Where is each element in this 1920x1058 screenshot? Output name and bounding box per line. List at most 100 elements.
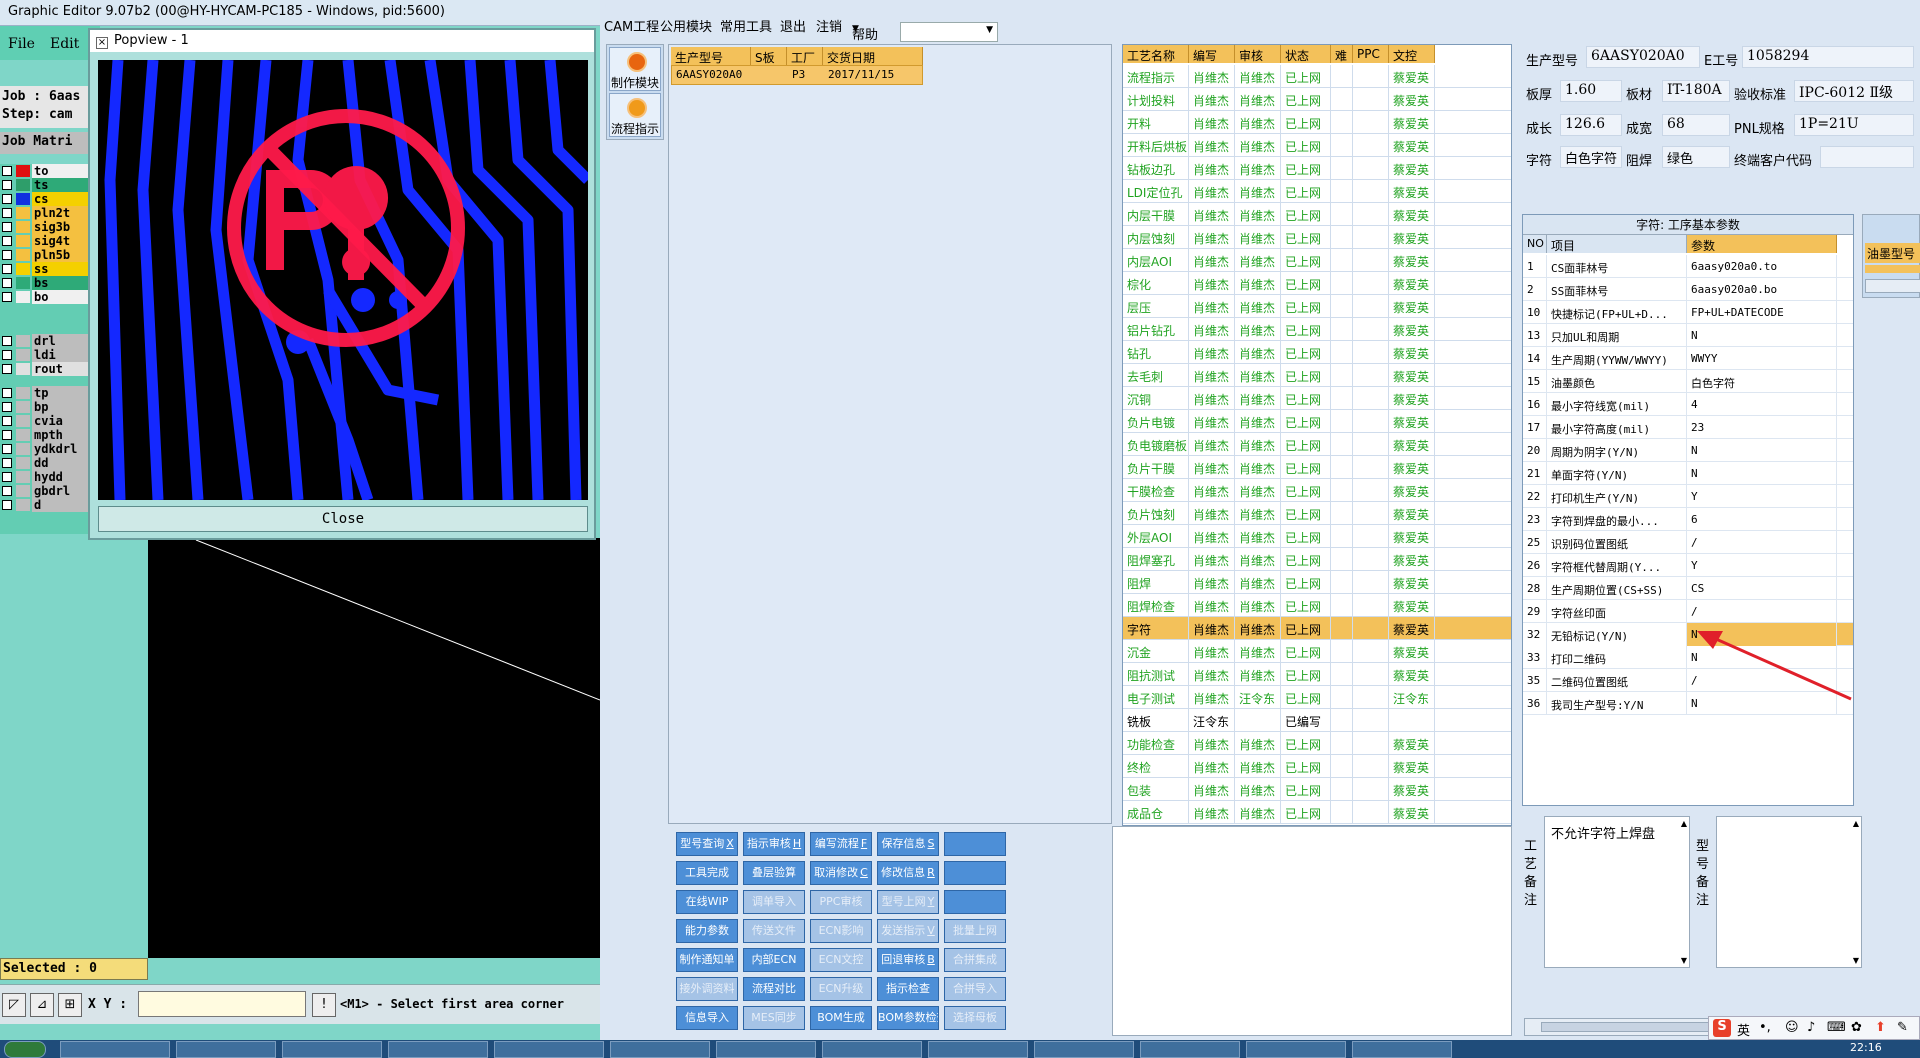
params-header-no[interactable]: NO	[1523, 235, 1547, 253]
process-row[interactable]: 阻焊 肖维杰 肖维杰 已上网 蔡爱英	[1123, 571, 1511, 594]
chevron-up-icon[interactable]: ▲	[1853, 819, 1859, 828]
layer-row[interactable]: ss	[0, 262, 92, 276]
action-button[interactable]: 编写流程 F	[810, 832, 872, 856]
process-row[interactable]: 终检 肖维杰 肖维杰 已上网 蔡爱英	[1123, 755, 1511, 778]
layer-row[interactable]: bp	[0, 400, 92, 414]
process-row[interactable]: 包装 肖维杰 肖维杰 已上网 蔡爱英	[1123, 778, 1511, 801]
menu-common-tools[interactable]: 常用工具	[720, 16, 772, 35]
process-note-textarea[interactable]: 不允许字符上焊盘 ▲ ▼	[1544, 816, 1690, 968]
width-value[interactable]: 68	[1662, 114, 1730, 136]
xy-input[interactable]	[138, 991, 306, 1017]
ime-tools-icon[interactable]: ✎	[1897, 1020, 1908, 1035]
params-header-value[interactable]: 参数	[1687, 235, 1837, 253]
process-row[interactable]: 开料 肖维杰 肖维杰 已上网 蔡爱英	[1123, 111, 1511, 134]
layer-checkbox[interactable]	[2, 264, 12, 274]
select-tool-icon[interactable]: ◸	[2, 993, 26, 1017]
process-header-cell[interactable]: PPC	[1353, 45, 1389, 63]
order-row[interactable]: 6AASY020A0 P3 2017/11/15	[671, 65, 923, 85]
layer-checkbox[interactable]	[2, 278, 12, 288]
params-header-item[interactable]: 项目	[1547, 235, 1687, 253]
action-button[interactable]: 修改信息 R	[877, 861, 939, 885]
layer-checkbox[interactable]	[2, 194, 12, 204]
layer-row[interactable]: cs	[0, 192, 92, 206]
param-row[interactable]: 16 最小字符线宽(mil) 4	[1523, 393, 1853, 416]
make-module-button[interactable]: 制作模块	[609, 47, 661, 91]
taskbar-item[interactable]	[60, 1041, 170, 1058]
process-row[interactable]: 负片干膜 肖维杰 肖维杰 已上网 蔡爱英	[1123, 456, 1511, 479]
layer-row[interactable]: tp	[0, 386, 92, 400]
layer-checkbox[interactable]	[2, 250, 12, 260]
taskbar-item[interactable]	[282, 1041, 382, 1058]
action-button[interactable]: 能力参数	[676, 919, 738, 943]
layer-color-swatch[interactable]	[16, 471, 30, 483]
param-row[interactable]: 21 单面字符(Y/N) N	[1523, 462, 1853, 485]
process-row[interactable]: 铣板 汪令东 已编写	[1123, 709, 1511, 732]
layer-color-swatch[interactable]	[16, 249, 30, 261]
oil-selected-row[interactable]	[1865, 265, 1920, 273]
ime-upload-icon[interactable]: ⬆	[1875, 1020, 1886, 1035]
menu-logout[interactable]: 注销	[816, 16, 842, 35]
param-row[interactable]: 26 字符框代替周期(Y... Y	[1523, 554, 1853, 577]
chevron-down-icon[interactable]: ▼	[1681, 956, 1687, 965]
action-button[interactable]: 流程对比	[743, 977, 805, 1001]
param-row[interactable]: 13 只加UL和周期 N	[1523, 324, 1853, 347]
order-header-factory[interactable]: 工厂	[787, 47, 823, 65]
process-row[interactable]: 功能检查 肖维杰 肖维杰 已上网 蔡爱英	[1123, 732, 1511, 755]
menu-file[interactable]: File	[8, 36, 35, 52]
process-row[interactable]: 负片电镀 肖维杰 肖维杰 已上网 蔡爱英	[1123, 410, 1511, 433]
layer-row[interactable]: bs	[0, 276, 92, 290]
order-header-delivery[interactable]: 交货日期	[823, 47, 923, 65]
model-value[interactable]: 6AASY020A0	[1586, 46, 1700, 68]
process-row[interactable]: 阻抗测试 肖维杰 肖维杰 已上网 蔡爱英	[1123, 663, 1511, 686]
param-row[interactable]: 20 周期为阴字(Y/N) N	[1523, 439, 1853, 462]
layer-checkbox[interactable]	[2, 336, 12, 346]
taskbar-item[interactable]	[822, 1041, 922, 1058]
thickness-value[interactable]: 1.60	[1560, 80, 1622, 102]
param-row[interactable]: 1 CS面菲林号 6aasy020a0.to	[1523, 255, 1853, 278]
ime-skin-icon[interactable]: ✿	[1851, 1020, 1862, 1035]
process-row[interactable]: 铝片钻孔 肖维杰 肖维杰 已上网 蔡爱英	[1123, 318, 1511, 341]
process-header-cell[interactable]: 审核	[1235, 45, 1281, 63]
layer-row[interactable]: sig3b	[0, 220, 92, 234]
ime-language[interactable]: 英	[1737, 1020, 1750, 1039]
process-row[interactable]: 棕化 肖维杰 肖维杰 已上网 蔡爱英	[1123, 272, 1511, 295]
param-row[interactable]: 14 生产周期(YYWW/WWYY) WWYY	[1523, 347, 1853, 370]
layer-row[interactable]: mpth	[0, 428, 92, 442]
action-button[interactable]: PPC审核	[810, 890, 872, 914]
popview-close-button[interactable]: Close	[98, 506, 588, 532]
layer-color-swatch[interactable]	[16, 207, 30, 219]
layer-checkbox[interactable]	[2, 458, 12, 468]
param-row[interactable]: 2 SS面菲林号 6aasy020a0.bo	[1523, 278, 1853, 301]
layer-color-swatch[interactable]	[16, 277, 30, 289]
action-button[interactable]: 选择母板	[944, 1006, 1006, 1030]
action-button[interactable]: 取消修改 C	[810, 861, 872, 885]
customer-code-value[interactable]	[1820, 146, 1914, 168]
action-button[interactable]: 批量上网	[944, 919, 1006, 943]
scrollbar-thumb[interactable]	[1541, 1022, 1721, 1032]
ime-mic-icon[interactable]: ♪	[1807, 1020, 1815, 1035]
chevron-up-icon[interactable]: ▲	[1681, 819, 1687, 828]
action-button[interactable]: ECN升级	[810, 977, 872, 1001]
process-row[interactable]: 钻孔 肖维杰 肖维杰 已上网 蔡爱英	[1123, 341, 1511, 364]
process-row[interactable]: 沉金 肖维杰 肖维杰 已上网 蔡爱英	[1123, 640, 1511, 663]
action-button[interactable]: ECN文控	[810, 948, 872, 972]
layer-color-swatch[interactable]	[16, 335, 30, 347]
action-button[interactable]: 在线WIP	[676, 890, 738, 914]
layer-row[interactable]: bo	[0, 290, 92, 304]
action-button[interactable]: 指示审核 H	[743, 832, 805, 856]
action-button[interactable]: 型号上网 Y	[877, 890, 939, 914]
alert-icon[interactable]: !	[312, 993, 336, 1017]
layer-checkbox[interactable]	[2, 350, 12, 360]
action-button[interactable]	[944, 890, 1006, 914]
taskbar-item[interactable]	[1246, 1041, 1346, 1058]
layer-row[interactable]: ts	[0, 178, 92, 192]
menu-edit[interactable]: Edit	[50, 36, 79, 52]
toolbar-combobox[interactable]: ▼	[900, 22, 998, 42]
zoom-tool-icon[interactable]: ⊿	[30, 993, 54, 1017]
action-button[interactable]: 保存信息 S	[877, 832, 939, 856]
action-button[interactable]: BOM生成	[810, 1006, 872, 1030]
layer-checkbox[interactable]	[2, 402, 12, 412]
action-button[interactable]: 型号查询 X	[676, 832, 738, 856]
process-row[interactable]: 阻焊检查 肖维杰 肖维杰 已上网 蔡爱英	[1123, 594, 1511, 617]
oil-header[interactable]: 油墨型号	[1865, 243, 1920, 263]
